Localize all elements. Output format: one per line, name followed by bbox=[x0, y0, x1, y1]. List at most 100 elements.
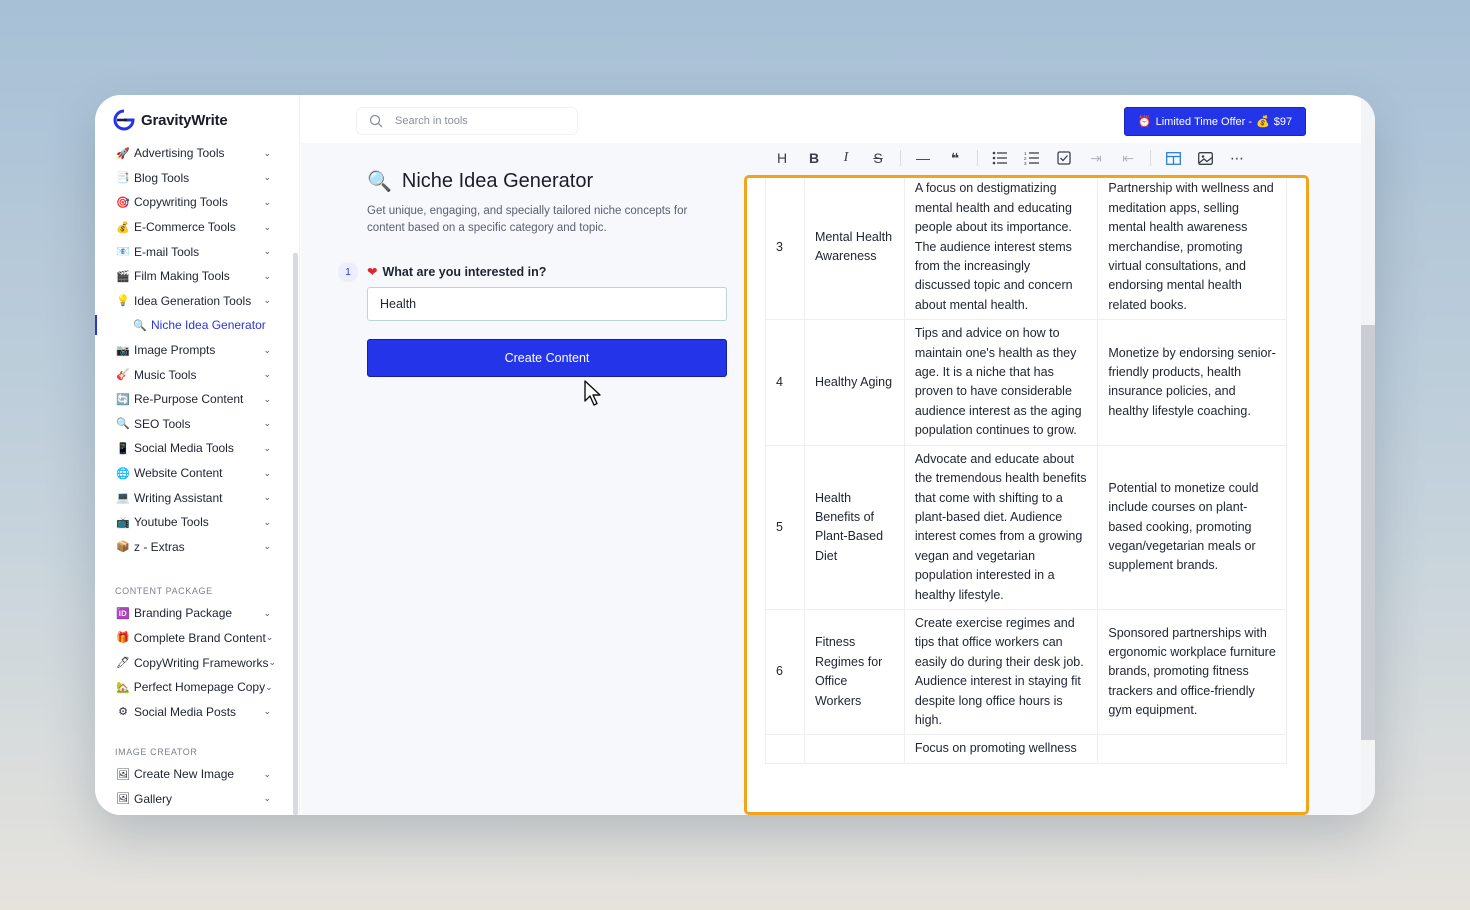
sidebar-item[interactable]: 🔄 Re-Purpose Content ⌄ bbox=[95, 387, 293, 412]
sidebar-item-icon: 📦 bbox=[116, 541, 130, 554]
bold-icon[interactable]: B bbox=[798, 146, 830, 170]
limited-offer-button[interactable]: ⏰ Limited Time Offer - 💰 $97 bbox=[1124, 107, 1306, 136]
sidebar-item[interactable]: 🚀 Advertising Tools ⌄ bbox=[95, 141, 293, 166]
chevron-down-icon: ⌄ bbox=[263, 541, 271, 552]
sidebar-item-label: Re-Purpose Content bbox=[134, 392, 244, 407]
sidebar-item[interactable]: 🏡 Perfect Homepage Copy ⌄ bbox=[95, 675, 293, 700]
ordered-list-icon[interactable]: 123 bbox=[1016, 146, 1048, 170]
table-row: 4 Healthy Aging Tips and advice on how to … bbox=[765, 319, 1287, 446]
sidebar-section-title: CONTENT PACKAGE bbox=[115, 586, 213, 597]
sidebar-item[interactable]: 🔍 Niche Idea Generator bbox=[95, 313, 293, 338]
app-window: GravityWrite 🚀 Advertising Tools ⌄ 📑 Blog To… bbox=[95, 95, 1375, 815]
sidebar-item-label: Social Media Posts bbox=[134, 704, 237, 719]
sidebar-item-label: Website Content bbox=[134, 466, 223, 481]
chevron-down-icon: ⌄ bbox=[265, 632, 274, 643]
toolbar-divider bbox=[1150, 150, 1151, 166]
sidebar-item-icon: 🎁 bbox=[116, 632, 130, 645]
sidebar-item-icon: ⚙ bbox=[118, 706, 128, 719]
money-bag-icon: 💰 bbox=[1256, 116, 1270, 128]
magnifier-icon: 🔍 bbox=[367, 171, 392, 193]
sidebar-item[interactable]: 💻 Writing Assistant ⌄ bbox=[95, 485, 293, 510]
chevron-down-icon: ⌄ bbox=[263, 393, 271, 404]
sidebar-item-label: Perfect Homepage Copy bbox=[133, 680, 266, 695]
sidebar-nav: 🚀 Advertising Tools ⌄ 📑 Blog Tools ⌄ 🎯 Copywrit… bbox=[95, 141, 293, 811]
search-input[interactable]: Search in tools bbox=[356, 107, 578, 135]
table-cell-num: 3 bbox=[765, 178, 805, 321]
sidebar-item-icon: 🎸 bbox=[116, 369, 130, 382]
sidebar-item-label: Copywriting Tools bbox=[134, 195, 228, 210]
heading-icon[interactable]: H bbox=[766, 146, 798, 170]
image-icon[interactable] bbox=[1189, 146, 1221, 170]
output-editor[interactable]: significant.3Mental Health AwarenessA fo… bbox=[744, 175, 1309, 815]
sidebar-item[interactable]: 📧 E-mail Tools ⌄ bbox=[95, 239, 293, 264]
sidebar-item[interactable]: 🎬 Film Making Tools ⌄ bbox=[95, 264, 293, 289]
sidebar-item[interactable]: 📑 Blog Tools ⌄ bbox=[95, 166, 293, 191]
sidebar-item-icon: 🔍 bbox=[116, 418, 130, 431]
page-scrollbar-thumb[interactable] bbox=[1361, 325, 1375, 740]
sidebar-item[interactable]: 🔍 SEO Tools ⌄ bbox=[95, 412, 293, 437]
table-cell-mon bbox=[1097, 734, 1287, 764]
sidebar-item[interactable]: 📦 z - Extras ⌄ bbox=[95, 535, 293, 560]
chevron-down-icon: ⌄ bbox=[263, 196, 271, 207]
interest-input[interactable]: Health bbox=[367, 287, 727, 321]
strikethrough-icon[interactable]: S bbox=[862, 146, 894, 170]
sidebar-item[interactable]: 📱 Social Media Tools ⌄ bbox=[95, 436, 293, 461]
chevron-down-icon: ⌄ bbox=[263, 492, 271, 503]
page-title: Niche Idea Generator bbox=[401, 170, 594, 192]
app-name: GravityWrite bbox=[141, 111, 228, 129]
horizontal-rule-icon[interactable]: — bbox=[907, 146, 939, 170]
table-icon[interactable] bbox=[1157, 146, 1189, 170]
sidebar-section-title: IMAGE CREATOR bbox=[115, 747, 198, 758]
indent-icon[interactable]: ⇥ bbox=[1080, 146, 1112, 170]
sidebar-item[interactable]: 🌐 Website Content ⌄ bbox=[95, 461, 293, 486]
create-content-button[interactable]: Create Content bbox=[367, 339, 727, 377]
table-cell-desc: Focus on promoting wellness bbox=[903, 734, 1099, 764]
sidebar-item[interactable]: 💡 Idea Generation Tools ⌄ bbox=[95, 289, 293, 314]
sidebar-item-label: Create New Image bbox=[134, 767, 235, 782]
sidebar-item[interactable]: ⚙ Social Media Posts ⌄ bbox=[95, 699, 293, 724]
sidebar-item[interactable]: 📺 Youtube Tools ⌄ bbox=[95, 510, 293, 535]
sidebar-item-icon: 💡 bbox=[116, 295, 130, 308]
sidebar-item-icon: 🎯 bbox=[116, 196, 130, 209]
heart-icon: ❤ bbox=[367, 265, 378, 279]
quote-icon[interactable]: ❝ bbox=[939, 146, 971, 170]
sidebar-item[interactable]: 🖼 Gallery ⌄ bbox=[95, 787, 293, 812]
editor-toolbar: H B I S — ❝ 123 ⇥ ⇤ ⋯ bbox=[744, 143, 1306, 173]
table-cell-name: Mental Health Awareness bbox=[803, 178, 905, 321]
sidebar-item-label: SEO Tools bbox=[134, 416, 191, 431]
sidebar-item[interactable]: 🎁 Complete Brand Content ⌄ bbox=[95, 626, 293, 651]
bullet-list-icon[interactable] bbox=[984, 146, 1016, 170]
sidebar-item-label: Image Prompts bbox=[134, 343, 216, 358]
sidebar-item[interactable]: 💰 E-Commerce Tools ⌄ bbox=[95, 215, 293, 240]
sidebar-item[interactable]: 🖊 CopyWriting Frameworks ⌄ bbox=[95, 650, 293, 675]
sidebar-item[interactable]: 🎯 Copywriting Tools ⌄ bbox=[95, 190, 293, 215]
sidebar-item-icon: 🖊 bbox=[116, 657, 130, 670]
sidebar: GravityWrite 🚀 Advertising Tools ⌄ 📑 Blog To… bbox=[95, 95, 300, 815]
sidebar-item[interactable]: 🖼 Create New Image ⌄ bbox=[95, 762, 293, 787]
chevron-down-icon: ⌄ bbox=[263, 442, 271, 453]
sidebar-item-icon: 🔍 bbox=[133, 319, 147, 332]
sidebar-item[interactable]: 🆔 Branding Package ⌄ bbox=[95, 601, 293, 626]
sidebar-item-icon: 📷 bbox=[116, 344, 130, 357]
sidebar-scrollbar[interactable] bbox=[293, 253, 298, 815]
chevron-down-icon: ⌄ bbox=[263, 607, 271, 618]
table-row: Focus on promoting wellness bbox=[765, 734, 1287, 764]
checkbox-icon[interactable] bbox=[1048, 146, 1080, 170]
italic-icon[interactable]: I bbox=[830, 146, 862, 170]
chevron-down-icon: ⌄ bbox=[265, 681, 273, 692]
table-cell-desc: Tips and advice on how to maintain one's… bbox=[903, 319, 1099, 446]
sidebar-item[interactable]: 🎸 Music Tools ⌄ bbox=[95, 362, 293, 387]
table-cell-mon: Monetize by endorsing senior-friendly pr… bbox=[1097, 319, 1287, 446]
sidebar-item[interactable]: 📷 Image Prompts ⌄ bbox=[95, 338, 293, 363]
chevron-down-icon: ⌄ bbox=[263, 270, 271, 281]
chevron-down-icon: ⌄ bbox=[263, 172, 271, 183]
outdent-icon[interactable]: ⇤ bbox=[1112, 146, 1144, 170]
more-options-icon[interactable]: ⋯ bbox=[1221, 146, 1253, 170]
sidebar-item-icon: 📑 bbox=[116, 172, 130, 185]
sidebar-item-icon: 🌐 bbox=[116, 467, 130, 480]
sidebar-item-label: E-mail Tools bbox=[134, 244, 200, 259]
main-panel: 🔍 Niche Idea Generator Get unique, engag… bbox=[301, 143, 1361, 815]
logo[interactable]: GravityWrite bbox=[113, 109, 228, 131]
chevron-down-icon: ⌄ bbox=[263, 467, 271, 478]
